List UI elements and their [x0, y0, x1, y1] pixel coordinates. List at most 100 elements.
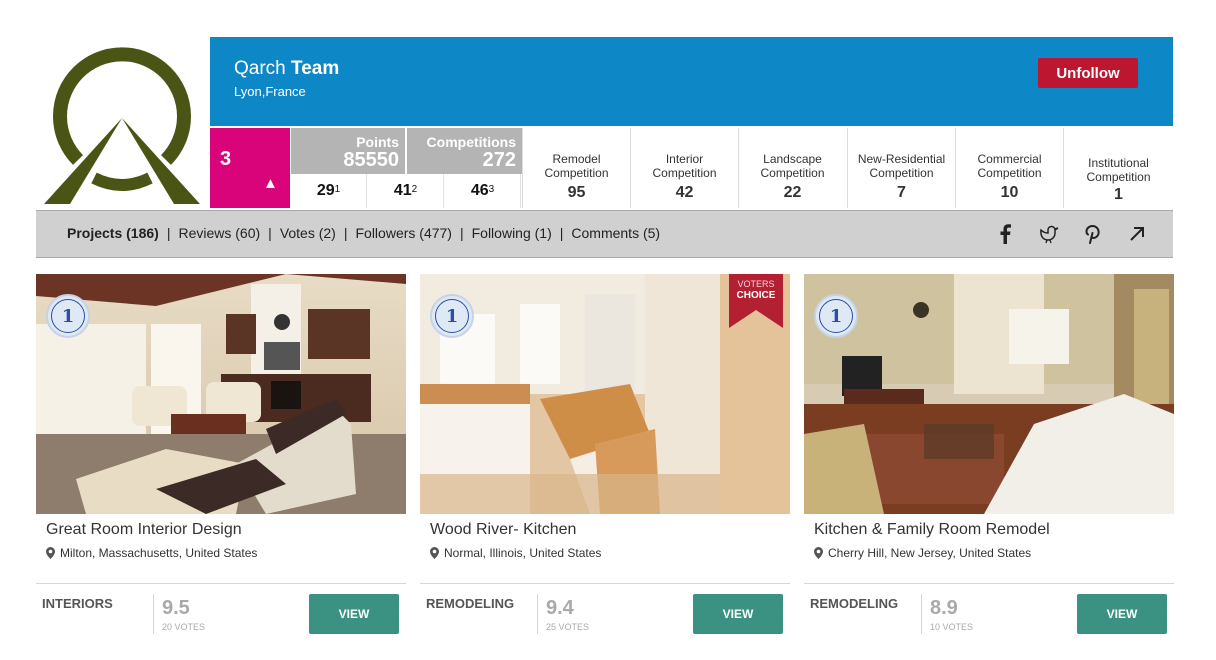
tab-comments[interactable]: Comments (5) [571, 225, 660, 241]
view-button[interactable]: VIEW [309, 594, 399, 634]
category-suffix: Competition [1086, 170, 1151, 184]
project-category: REMODELING [810, 596, 899, 611]
team-location: Lyon,France [234, 84, 306, 99]
points-value: 85550 [343, 149, 399, 171]
location-text: Milton, Massachusetts, United States [60, 546, 258, 560]
view-button[interactable]: VIEW [1077, 594, 1167, 634]
category-name: Institutional [1088, 156, 1149, 170]
category-name: New-Residential [857, 152, 946, 166]
project-score: 9.5 [162, 597, 190, 619]
badge-number: 1 [51, 299, 85, 333]
category-stat-new-residential: New-Residential Competition 7 [847, 128, 955, 208]
category-stat-remodel: Remodel Competition 95 [522, 128, 630, 208]
nav-separator: | [268, 225, 272, 241]
card-divider [804, 583, 1174, 584]
category-value: 10 [1000, 184, 1019, 201]
team-name-second: Team [291, 58, 340, 79]
twitter-icon[interactable] [1038, 223, 1060, 245]
competitions-value: 272 [482, 149, 516, 171]
placement-count: 29 [316, 182, 335, 199]
placement-rank: 2 [411, 183, 418, 195]
third-place-count: 46 3 [445, 174, 521, 208]
project-score: 8.9 [930, 597, 958, 619]
project-title[interactable]: Wood River- Kitchen [430, 521, 576, 539]
card-separator [921, 594, 922, 634]
project-card[interactable]: 1 Kitchen & Family Room Remodel Cherry H… [804, 274, 1174, 634]
project-location: Cherry Hill, New Jersey, United States [814, 546, 1031, 560]
project-score: 9.4 [546, 597, 574, 619]
card-divider [420, 583, 790, 584]
unfollow-button[interactable]: Unfollow [1038, 58, 1138, 88]
project-title[interactable]: Great Room Interior Design [46, 521, 242, 539]
share-arrow-icon[interactable] [1126, 223, 1148, 245]
project-title[interactable]: Kitchen & Family Room Remodel [814, 521, 1050, 539]
tab-following[interactable]: Following (1) [472, 225, 552, 241]
map-pin-icon [814, 547, 823, 559]
first-place-badge-icon: 1 [46, 294, 90, 338]
category-name: Interior [665, 152, 704, 166]
category-suffix: Competition [760, 166, 825, 180]
competitions-label: Competitions [426, 134, 516, 150]
map-pin-icon [46, 547, 55, 559]
placement-rank: 1 [334, 183, 341, 195]
category-value: 22 [783, 184, 802, 201]
rank-up-icon: ▲ [263, 175, 278, 192]
category-stat-landscape: Landscape Competition 22 [738, 128, 846, 208]
first-place-badge-icon: 1 [814, 294, 858, 338]
category-value: 42 [675, 184, 694, 201]
card-divider [36, 583, 406, 584]
map-pin-icon [430, 547, 439, 559]
badge-number: 1 [435, 299, 469, 333]
category-name: Landscape [763, 152, 822, 166]
category-value: 1 [1114, 186, 1123, 203]
project-location: Milton, Massachusetts, United States [46, 546, 257, 560]
card-separator [153, 594, 154, 634]
project-votes: 25 VOTES [546, 622, 590, 632]
nav-separator: | [559, 225, 564, 241]
tab-reviews[interactable]: Reviews (60) [178, 225, 260, 241]
project-votes: 20 VOTES [162, 622, 206, 632]
team-name: Qarch Team [234, 58, 339, 80]
ribbon-line1: VOTERS [737, 279, 774, 289]
rank-badge: 3 ▲ [210, 128, 290, 208]
project-category: REMODELING [426, 596, 515, 611]
category-stat-interior: Interior Competition 42 [630, 128, 738, 208]
project-image[interactable]: 1 [36, 274, 406, 514]
profile-nav: Projects (186) | Reviews (60) | Votes (2… [36, 210, 1173, 258]
card-separator [537, 594, 538, 634]
nav-separator: | [343, 225, 348, 241]
voters-choice-ribbon-icon: VOTERS CHOICE [729, 274, 783, 328]
category-suffix: Competition [869, 166, 934, 180]
tab-followers[interactable]: Followers (477) [355, 225, 451, 241]
team-logo [40, 42, 204, 206]
second-place-count: 41 2 [368, 174, 444, 208]
category-value: 7 [897, 184, 906, 201]
first-place-count: 29 1 [291, 174, 367, 208]
category-suffix: Competition [977, 166, 1042, 180]
tab-projects[interactable]: Projects (186) [67, 225, 159, 241]
project-image[interactable]: 1 [804, 274, 1174, 514]
project-card[interactable]: 1 Great Room Interior Design Milton, Mas… [36, 274, 406, 634]
project-location: Normal, Illinois, United States [430, 546, 601, 560]
team-name-first: Qarch [234, 58, 286, 79]
nav-separator: | [166, 225, 171, 241]
project-card[interactable]: 1 VOTERS CHOICE Wood River- Kitchen Norm… [420, 274, 790, 634]
category-suffix: Competition [652, 166, 717, 180]
tab-votes[interactable]: Votes (2) [280, 225, 336, 241]
category-stat-commercial: Commercial Competition 10 [955, 128, 1063, 208]
pinterest-icon[interactable] [1082, 223, 1104, 245]
points-stat: Points 85550 [291, 128, 405, 174]
profile-header: Qarch Team Lyon,France Unfollow [210, 37, 1173, 126]
project-category: INTERIORS [42, 596, 113, 611]
location-text: Cherry Hill, New Jersey, United States [828, 546, 1032, 560]
badge-number: 1 [819, 299, 853, 333]
category-name: Remodel [552, 152, 601, 166]
project-image[interactable]: 1 VOTERS CHOICE [420, 274, 790, 514]
facebook-icon[interactable] [994, 223, 1016, 245]
nav-separator: | [459, 225, 464, 241]
view-button[interactable]: VIEW [693, 594, 783, 634]
points-label: Points [356, 134, 399, 150]
category-value: 95 [567, 184, 586, 201]
placement-count: 41 [393, 182, 412, 199]
location-text: Normal, Illinois, United States [444, 546, 602, 560]
